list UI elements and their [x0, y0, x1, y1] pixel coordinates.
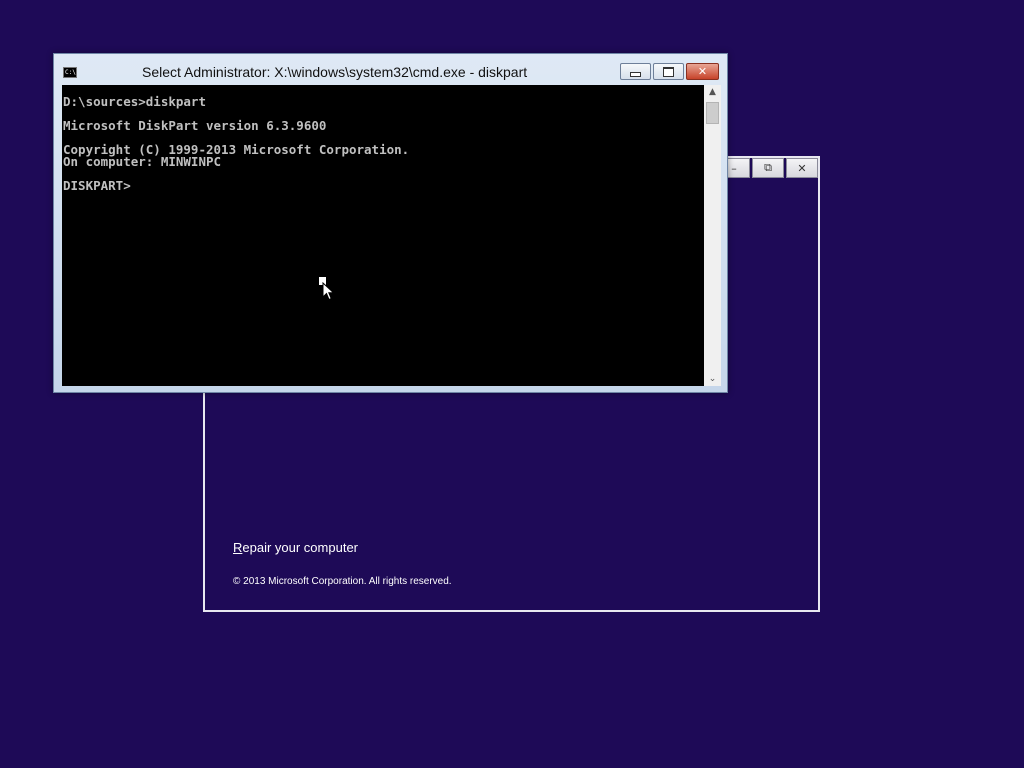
setup-restore-button[interactable]: ⧉ [752, 158, 784, 178]
console-text: D:\sources>diskpart Microsoft DiskPart v… [63, 94, 410, 193]
cmd-window-controls: ✕ [618, 63, 719, 80]
cmd-titlebar[interactable]: C:\ Select Administrator: X:\windows\sys… [54, 54, 727, 85]
scroll-up-arrow-icon[interactable]: ▲ [704, 85, 721, 99]
cmd-maximize-button[interactable] [653, 63, 684, 80]
cmd-minimize-button[interactable] [620, 63, 651, 80]
minimize-icon [630, 72, 641, 77]
repair-link-accelerator: R [233, 540, 243, 555]
setup-close-button[interactable]: ✕ [786, 158, 818, 178]
cmd-app-icon[interactable]: C:\ [63, 67, 77, 78]
console-output[interactable]: D:\sources>diskpart Microsoft DiskPart v… [62, 85, 704, 386]
cmd-window: C:\ Select Administrator: X:\windows\sys… [53, 53, 728, 393]
vertical-scrollbar[interactable]: ▲ ⌄ [704, 85, 721, 386]
scroll-down-arrow-icon[interactable]: ⌄ [704, 372, 721, 386]
cmd-window-title: Select Administrator: X:\windows\system3… [142, 64, 528, 80]
setup-window-controls: – ⧉ ✕ [716, 158, 818, 180]
setup-links: Repair your computer © 2013 Microsoft Co… [233, 540, 452, 588]
copyright-text: © 2013 Microsoft Corporation. All rights… [233, 576, 452, 587]
mouse-pointer-icon [322, 282, 335, 301]
repair-link-label: epair your computer [242, 540, 359, 555]
maximize-icon [663, 66, 674, 77]
scrollbar-thumb[interactable] [706, 102, 719, 124]
cmd-close-button[interactable]: ✕ [686, 63, 719, 80]
repair-your-computer-link[interactable]: Repair your computer [233, 540, 452, 555]
